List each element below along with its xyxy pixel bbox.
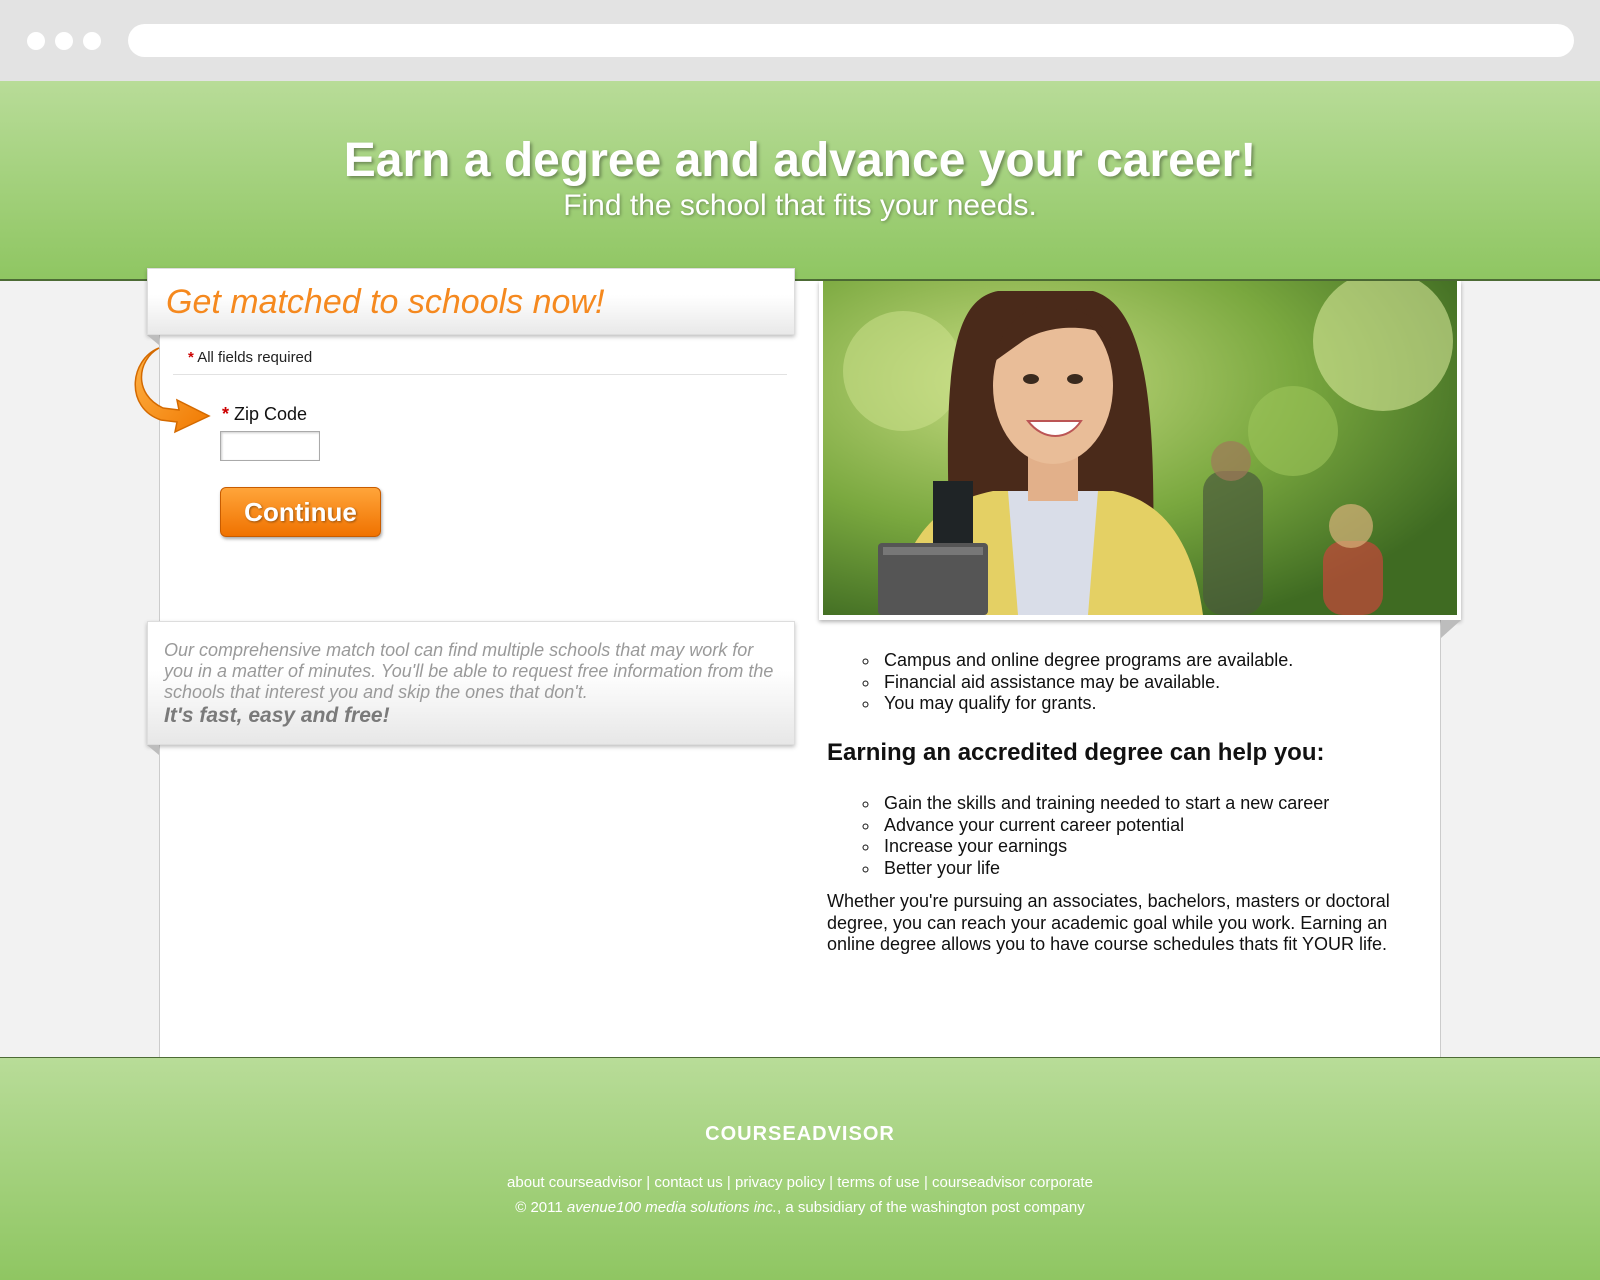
footer-links: about courseadvisor | contact us | priva… <box>0 1174 1600 1191</box>
window-dot-icon[interactable] <box>55 32 73 50</box>
footer-link-terms[interactable]: terms of use <box>837 1174 920 1191</box>
link-separator: | <box>722 1174 735 1191</box>
form-heading: Get matched to schools now! <box>166 283 605 321</box>
photo-fold <box>1441 620 1461 638</box>
curved-arrow-icon <box>134 347 211 434</box>
footer-link-corporate[interactable]: courseadvisor corporate <box>932 1174 1093 1191</box>
photo-frame <box>819 281 1461 620</box>
copyright-prefix: © 2011 <box>515 1199 567 1216</box>
footer: COURSEADVISOR about courseadvisor | cont… <box>0 1057 1600 1280</box>
courseadvisor-logo[interactable]: COURSEADVISOR <box>0 1123 1600 1146</box>
student-photo <box>823 281 1457 615</box>
list-item: You may qualify for grants. <box>880 693 1293 715</box>
help-paragraph: Whether you're pursuing an associates, b… <box>827 891 1390 954</box>
ribbon-fold <box>147 335 159 345</box>
form-heading-ribbon: Get matched to schools now! <box>147 268 795 335</box>
list-item: Financial aid assistance may be availabl… <box>880 672 1293 694</box>
zip-code-input[interactable] <box>220 431 320 461</box>
footer-link-privacy[interactable]: privacy policy <box>735 1174 825 1191</box>
window-dot-icon[interactable] <box>83 32 101 50</box>
copyright: © 2011 avenue100 media solutions inc., a… <box>0 1199 1600 1216</box>
footer-link-about[interactable]: about courseadvisor <box>507 1174 642 1191</box>
list-item: Campus and online degree programs are av… <box>880 650 1293 672</box>
window-dot-icon[interactable] <box>27 32 45 50</box>
zip-label-text: Zip Code <box>234 404 308 424</box>
info-text: Our comprehensive match tool can find mu… <box>164 640 774 702</box>
ribbon-fold <box>147 745 159 755</box>
hero-banner: Earn a degree and advance your career! F… <box>0 81 1600 281</box>
copyright-company: avenue100 media solutions inc. <box>566 1199 778 1216</box>
benefits-list: Campus and online degree programs are av… <box>880 650 1293 715</box>
link-separator: | <box>825 1174 838 1191</box>
hero-title: Earn a degree and advance your career! <box>343 134 1257 187</box>
help-heading: Earning an accredited degree can help yo… <box>827 739 1325 766</box>
zip-label: * Zip Code <box>222 404 307 425</box>
continue-button[interactable]: Continue <box>220 487 381 537</box>
address-bar[interactable] <box>128 24 1574 57</box>
help-list: Gain the skills and training needed to s… <box>880 793 1329 879</box>
required-star: * <box>222 404 230 424</box>
divider <box>173 374 787 375</box>
hero-subtitle: Find the school that fits your needs. <box>563 189 1037 222</box>
list-item: Increase your earnings <box>880 836 1329 858</box>
info-tagline: It's fast, easy and free! <box>164 704 390 727</box>
list-item: Better your life <box>880 858 1329 880</box>
list-item: Gain the skills and training needed to s… <box>880 793 1329 815</box>
required-note-text: All fields required <box>197 349 313 366</box>
link-separator: | <box>919 1174 933 1191</box>
link-separator: | <box>642 1174 655 1191</box>
info-ribbon: Our comprehensive match tool can find mu… <box>147 621 795 745</box>
browser-chrome <box>0 0 1600 81</box>
list-item: Advance your current career potential <box>880 815 1329 837</box>
footer-link-contact[interactable]: contact us <box>654 1174 722 1191</box>
copyright-suffix: , a subsidiary of the washington post co… <box>777 1199 1085 1216</box>
